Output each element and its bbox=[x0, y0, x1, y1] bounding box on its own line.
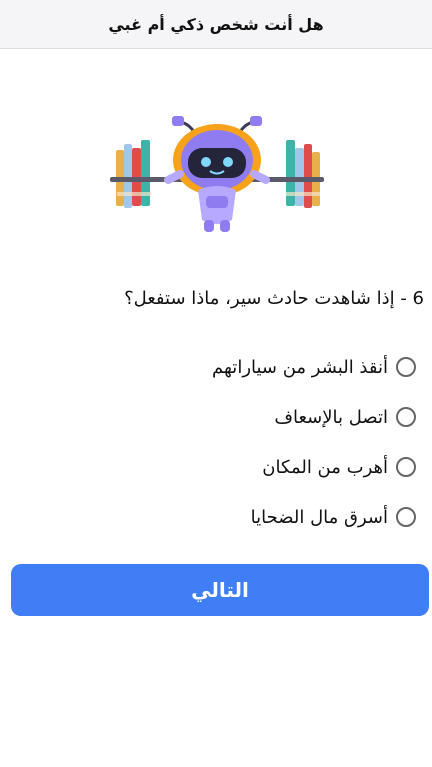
next-button[interactable]: التالي bbox=[11, 564, 429, 616]
radio-button-icon[interactable] bbox=[396, 357, 416, 377]
radio-button-icon[interactable] bbox=[396, 507, 416, 527]
answer-option-2[interactable]: اتصل بالإسعاف bbox=[36, 392, 416, 442]
robot-lifting-books-icon bbox=[110, 116, 324, 232]
app-header: هل أنت شخص ذكي أم غبي bbox=[0, 0, 432, 49]
radio-button-icon[interactable] bbox=[396, 407, 416, 427]
option-label: أنقذ البشر من سياراتهم bbox=[212, 356, 388, 378]
option-label: أسرق مال الضحايا bbox=[250, 506, 388, 528]
question-text: 6 - إذا شاهدت حادث سير، ماذا ستفعل؟ bbox=[124, 288, 424, 309]
option-label: أهرب من المكان bbox=[262, 456, 388, 478]
answer-options: أنقذ البشر من سياراتهم اتصل بالإسعاف أهر… bbox=[36, 342, 416, 542]
answer-option-3[interactable]: أهرب من المكان bbox=[36, 442, 416, 492]
radio-button-icon[interactable] bbox=[396, 457, 416, 477]
option-label: اتصل بالإسعاف bbox=[274, 406, 388, 428]
answer-option-1[interactable]: أنقذ البشر من سياراتهم bbox=[36, 342, 416, 392]
answer-option-4[interactable]: أسرق مال الضحايا bbox=[36, 492, 416, 542]
page-title: هل أنت شخص ذكي أم غبي bbox=[108, 14, 324, 34]
